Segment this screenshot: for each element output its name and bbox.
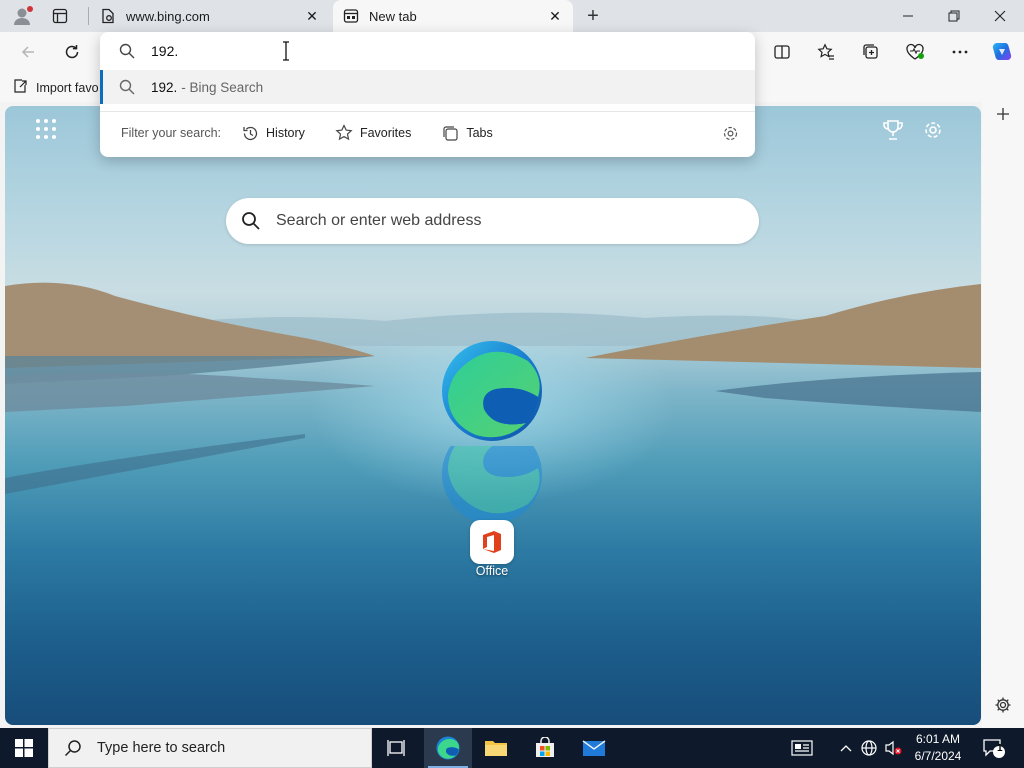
tab-bing[interactable]: www.bing.com ✕ [90, 0, 330, 32]
address-bar-value: 192. [151, 43, 179, 59]
newtab-favicon-icon [343, 8, 359, 24]
browser-essentials-icon[interactable] [901, 38, 929, 66]
taskbar-file-explorer-button[interactable] [472, 728, 520, 768]
copilot-icon[interactable] [988, 38, 1016, 66]
import-favorites-button[interactable]: Import favo [12, 78, 99, 97]
edge-sidebar [982, 102, 1024, 728]
suggestion-suffix: - Bing Search [181, 79, 264, 95]
folder-icon [485, 741, 507, 756]
close-window-button[interactable] [977, 0, 1023, 32]
filter-label: Filter your search: [121, 126, 222, 140]
address-bar-dropdown: 192. 192. - Bing Search Filter your sear… [100, 32, 755, 157]
tab-strip: www.bing.com ✕ New tab ✕ + [0, 0, 1024, 32]
edge-logo-reflection [440, 446, 544, 526]
search-icon [240, 210, 262, 232]
dropdown-divider [100, 111, 755, 112]
text-cursor-icon [283, 41, 289, 61]
apps-launcher-icon[interactable] [35, 118, 57, 140]
new-tab-page: Search or enter web address Office [5, 106, 981, 725]
web-search-box[interactable]: Search or enter web address [226, 198, 759, 244]
suggestion-query: 192. [151, 79, 178, 95]
clock-time: 6:01 AM [915, 732, 961, 746]
filter-tabs-label: Tabs [466, 126, 493, 140]
close-tab-icon[interactable]: ✕ [543, 4, 567, 28]
page-settings-icon[interactable] [921, 118, 945, 142]
quick-link-label: Office [475, 564, 509, 578]
show-hidden-icons-icon[interactable] [836, 728, 856, 768]
search-icon [118, 42, 136, 60]
refresh-button[interactable] [58, 38, 86, 66]
network-globe-icon[interactable] [858, 728, 880, 768]
filter-favorites-button[interactable]: Favorites [335, 124, 411, 142]
windows-taskbar: Type here to search 6:01 AM 6/7/2024 1 [0, 728, 1024, 768]
office-icon [483, 531, 501, 553]
search-icon [63, 738, 83, 758]
filter-history-label: History [266, 126, 305, 140]
profile-icon[interactable] [10, 4, 34, 28]
back-button[interactable] [14, 38, 42, 66]
filter-history-button[interactable]: History [241, 124, 305, 142]
settings-and-more-icon[interactable] [946, 38, 974, 66]
page-favicon-icon [100, 8, 116, 24]
restore-button[interactable] [931, 0, 977, 32]
taskbar-edge-button[interactable] [424, 728, 472, 768]
minimize-button[interactable] [885, 0, 931, 32]
close-tab-icon[interactable]: ✕ [300, 4, 324, 28]
filter-tabs-button[interactable]: Tabs [441, 124, 493, 142]
tab-new-tab[interactable]: New tab ✕ [333, 0, 573, 32]
edge-logo-icon [442, 341, 542, 441]
web-search-placeholder: Search or enter web address [276, 212, 482, 229]
search-settings-gear-icon[interactable] [721, 124, 739, 142]
taskbar-clock[interactable]: 6:01 AM 6/7/2024 [900, 731, 976, 765]
taskbar-mail-button[interactable] [570, 728, 618, 768]
new-tab-button[interactable]: + [581, 4, 605, 28]
mail-icon [582, 740, 606, 756]
import-icon [12, 78, 28, 97]
sidebar-settings-icon[interactable] [991, 693, 1015, 717]
tab-title: www.bing.com [126, 8, 210, 24]
split-screen-icon[interactable] [768, 38, 796, 66]
tab-actions-icon[interactable] [48, 4, 72, 28]
taskbar-search-box[interactable]: Type here to search [48, 728, 372, 768]
store-icon [536, 737, 554, 757]
quick-link-office[interactable] [470, 520, 514, 564]
history-icon [241, 124, 259, 142]
taskbar-store-button[interactable] [521, 728, 569, 768]
rewards-trophy-icon[interactable] [881, 118, 905, 142]
collections-icon[interactable] [857, 38, 885, 66]
import-favorites-label: Import favo [36, 80, 99, 95]
search-suggestion-row[interactable]: 192. - Bing Search [100, 70, 755, 104]
taskbar-search-placeholder: Type here to search [97, 740, 226, 756]
add-sidebar-app-icon[interactable] [991, 102, 1015, 126]
tabs-icon [441, 124, 459, 142]
start-button[interactable] [0, 728, 48, 768]
notification-center-button[interactable]: 1 [978, 728, 1010, 768]
filter-favorites-label: Favorites [359, 126, 412, 140]
tab-separator [88, 7, 89, 25]
task-view-icon [387, 740, 405, 756]
task-view-button[interactable] [372, 728, 420, 768]
tab-title: New tab [369, 8, 417, 24]
clock-date: 6/7/2024 [914, 749, 962, 763]
windows-logo-icon [15, 739, 33, 757]
notification-count-badge: 1 [997, 743, 1003, 754]
search-icon [118, 78, 136, 96]
favorites-icon[interactable] [812, 38, 840, 66]
news-widget-icon[interactable] [786, 728, 818, 768]
address-bar-input[interactable]: 192. [100, 32, 755, 70]
search-filter-row: Filter your search: History Favorites Ta… [100, 114, 755, 152]
star-icon [335, 124, 353, 142]
edge-icon [436, 736, 460, 760]
